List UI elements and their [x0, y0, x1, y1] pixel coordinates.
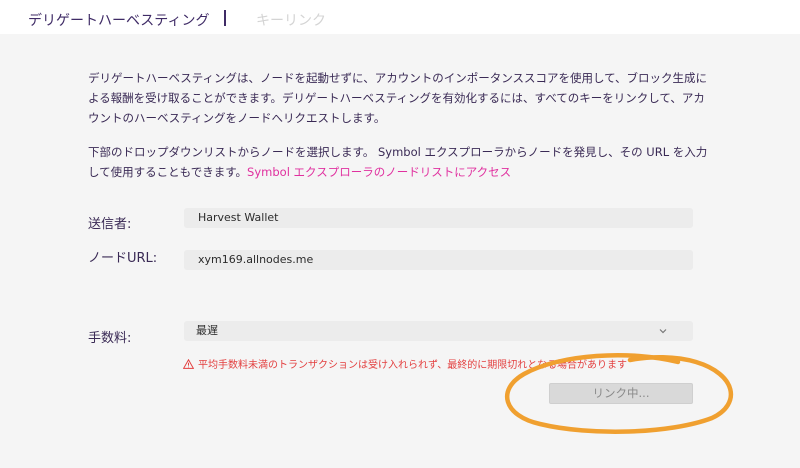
- fee-selected-value: 最遅: [196, 324, 218, 337]
- fee-warning: 平均手数料未満のトランザクションは受け入れられず、最終的に期限切れとなる場合があ…: [183, 356, 627, 371]
- node-url-label: ノードURL:: [88, 251, 158, 266]
- link-submit-button[interactable]: リンク中...: [549, 383, 693, 404]
- sender-label: 送信者:: [88, 217, 132, 232]
- description-paragraph-2: 下部のドロップダウンリストからノードを選択します。 Symbol エクスプローラ…: [88, 142, 708, 182]
- warning-triangle-icon: [183, 359, 194, 369]
- tab-bar: デリゲートハーベスティング キーリンク: [0, 0, 800, 34]
- tab-key-link[interactable]: キーリンク: [256, 10, 326, 30]
- chevron-down-icon: [659, 329, 667, 334]
- tab-separator: [224, 10, 226, 26]
- tab-delegated-harvesting[interactable]: デリゲートハーベスティング: [28, 10, 209, 30]
- sender-field[interactable]: Harvest Wallet: [184, 208, 693, 228]
- fee-label: 手数料:: [88, 331, 132, 346]
- explorer-node-list-link[interactable]: Symbol エクスプローラのノードリストにアクセス: [247, 165, 511, 179]
- node-url-input[interactable]: xym169.allnodes.me: [184, 250, 693, 270]
- fee-select[interactable]: 最遅: [184, 321, 693, 341]
- fee-warning-text: 平均手数料未満のトランザクションは受け入れられず、最終的に期限切れとなる場合があ…: [198, 360, 627, 371]
- description-paragraph-1: デリゲートハーベスティングは、ノードを起動せずに、アカウントのインポータンススコ…: [88, 71, 708, 125]
